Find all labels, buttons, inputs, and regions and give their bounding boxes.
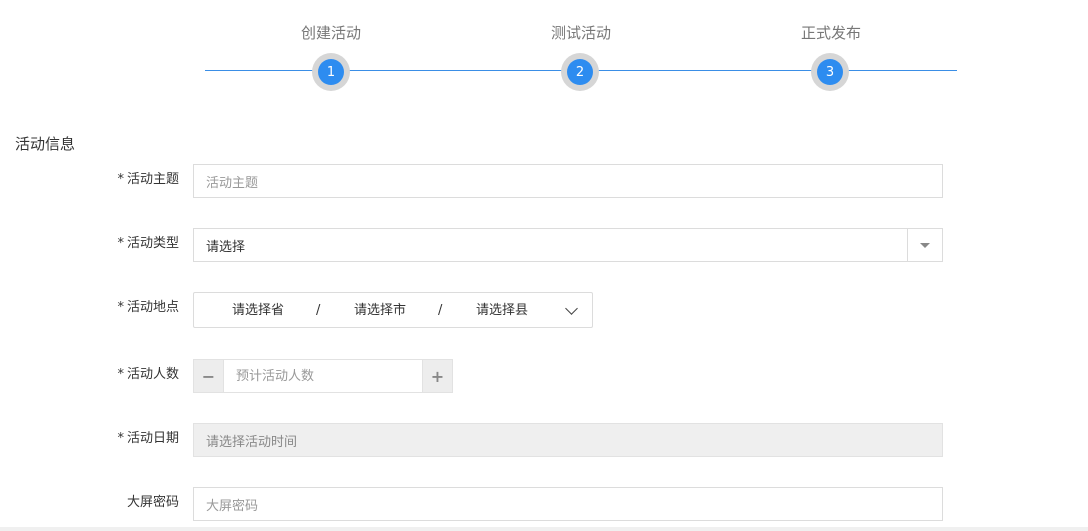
type-label-text: 活动类型 (126, 236, 179, 251)
required-mark: * (117, 367, 124, 382)
step-label: 创建活动 (300, 24, 361, 42)
date-picker[interactable]: 请选择活动时间 (193, 423, 943, 457)
required-mark: * (117, 236, 124, 251)
date-label-text: 活动日期 (126, 431, 179, 446)
decrement-button[interactable]: − (194, 360, 224, 392)
theme-input[interactable]: 活动主题 (193, 164, 943, 198)
location-label-text: 活动地点 (126, 300, 179, 315)
step-circle: 2 (561, 53, 599, 91)
location-label: * 活动地点 (0, 299, 179, 317)
step-label: 正式发布 (800, 24, 861, 42)
select-arrow-button[interactable] (907, 229, 942, 261)
count-input[interactable]: 预计活动人数 (236, 368, 314, 386)
required-mark: * (117, 300, 124, 315)
count-label-text: 活动人数 (126, 367, 179, 382)
triangle-down-icon (920, 242, 930, 248)
city-select[interactable]: 请选择市 (354, 302, 406, 320)
type-select-value: 请选择 (206, 239, 246, 255)
step-number: 1 (318, 59, 344, 85)
step-circle: 1 (312, 53, 350, 91)
password-label: 大屏密码 (0, 494, 179, 512)
bottom-divider (0, 527, 1088, 531)
location-cascader[interactable]: 请选择省 / 请选择市 / 请选择县 (193, 292, 593, 328)
date-label: * 活动日期 (0, 430, 179, 448)
count-label: * 活动人数 (0, 366, 179, 384)
date-placeholder: 请选择活动时间 (206, 434, 298, 450)
password-input[interactable]: 大屏密码 (193, 487, 943, 521)
type-select[interactable]: 请选择 (193, 228, 943, 262)
province-select[interactable]: 请选择省 (232, 302, 284, 320)
password-label-text: 大屏密码 (126, 495, 179, 510)
type-label: * 活动类型 (0, 235, 179, 253)
required-mark: * (117, 431, 124, 446)
separator: / (316, 303, 321, 318)
step-circle: 3 (811, 53, 849, 91)
county-select[interactable]: 请选择县 (476, 302, 528, 320)
increment-button[interactable]: + (422, 360, 452, 392)
theme-label: * 活动主题 (0, 171, 179, 189)
chevron-down-icon[interactable] (565, 302, 578, 315)
separator: / (438, 303, 443, 318)
step-label: 测试活动 (550, 24, 611, 42)
count-stepper: − 预计活动人数 + (193, 359, 453, 393)
theme-label-text: 活动主题 (126, 172, 179, 187)
section-title: 活动信息 (15, 135, 76, 153)
create-activity-page: 创建活动 1 测试活动 2 正式发布 3 活动信息 * 活动主题 活动主题 * 活动… (0, 0, 1088, 531)
password-placeholder: 大屏密码 (206, 498, 259, 514)
step-number: 3 (817, 59, 843, 85)
theme-placeholder: 活动主题 (206, 175, 259, 191)
step-number: 2 (567, 59, 593, 85)
required-mark: * (117, 172, 124, 187)
